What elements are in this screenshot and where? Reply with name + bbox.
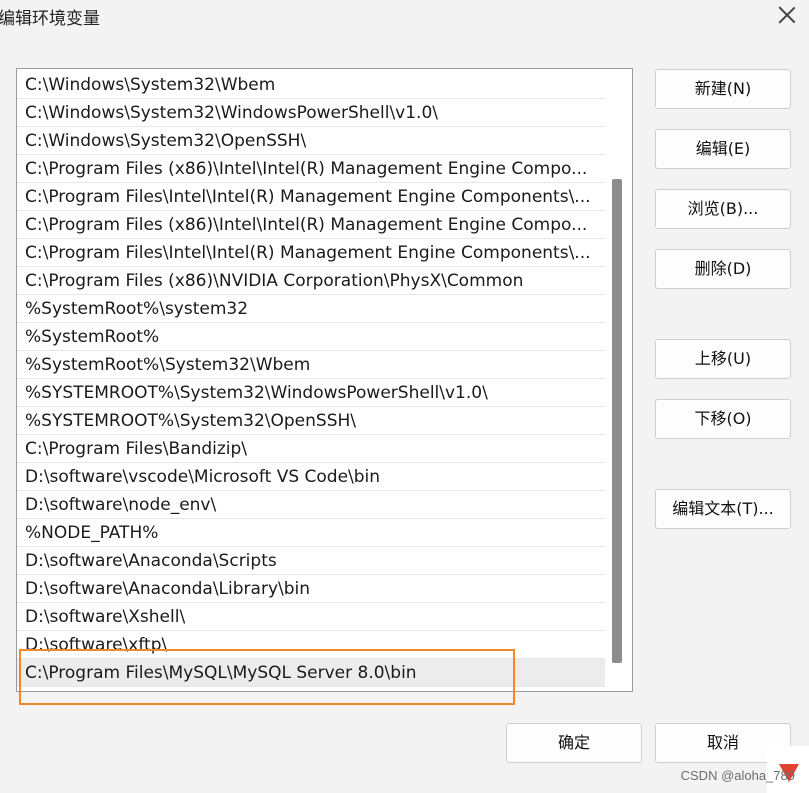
browse-button[interactable]: 浏览(B)...	[655, 189, 791, 229]
list-item[interactable]: C:\Windows\System32\OpenSSH\	[17, 127, 605, 155]
window-title: 编辑环境变量	[0, 9, 100, 29]
move-up-button[interactable]: 上移(U)	[655, 339, 791, 379]
delete-button[interactable]: 删除(D)	[655, 249, 791, 289]
list-item[interactable]: %SYSTEMROOT%\System32\WindowsPowerShell\…	[17, 379, 605, 407]
list-scrollbar[interactable]	[612, 179, 622, 663]
path-list[interactable]: C:\Windows\System32\Wbem C:\Windows\Syst…	[16, 68, 633, 692]
list-item[interactable]: %NODE_PATH%	[17, 519, 605, 547]
edit-button[interactable]: 编辑(E)	[655, 129, 791, 169]
list-item[interactable]: %SystemRoot%\system32	[17, 295, 605, 323]
list-item[interactable]: C:\Program Files\Intel\Intel(R) Manageme…	[17, 183, 605, 211]
watermark: CSDN @aloha_789	[680, 768, 795, 783]
list-item[interactable]: D:\software\xftp\	[17, 631, 605, 659]
list-item[interactable]: D:\software\Xshell\	[17, 603, 605, 631]
list-item-selected[interactable]: C:\Program Files\MySQL\MySQL Server 8.0\…	[17, 659, 605, 687]
list-item[interactable]: C:\Program Files\Intel\Intel(R) Manageme…	[17, 239, 605, 267]
list-item[interactable]: %SYSTEMROOT%\System32\OpenSSH\	[17, 407, 605, 435]
list-item[interactable]: C:\Windows\System32\WindowsPowerShell\v1…	[17, 99, 605, 127]
list-item[interactable]: %SystemRoot%\System32\Wbem	[17, 351, 605, 379]
list-item[interactable]: C:\Windows\System32\Wbem	[17, 71, 605, 99]
new-button[interactable]: 新建(N)	[655, 69, 791, 109]
title-bar: 编辑环境变量	[0, 0, 809, 36]
list-item[interactable]: D:\software\Anaconda\Scripts	[17, 547, 605, 575]
list-item[interactable]: C:\Program Files (x86)\Intel\Intel(R) Ma…	[17, 155, 605, 183]
list-item[interactable]: C:\Program Files (x86)\NVIDIA Corporatio…	[17, 267, 605, 295]
move-down-button[interactable]: 下移(O)	[655, 399, 791, 439]
list-item[interactable]: C:\Program Files (x86)\Intel\Intel(R) Ma…	[17, 211, 605, 239]
list-item[interactable]: D:\software\Anaconda\Library\bin	[17, 575, 605, 603]
ok-button[interactable]: 确定	[506, 723, 642, 763]
list-item[interactable]: D:\software\node_env\	[17, 491, 605, 519]
list-item[interactable]: C:\Program Files\Bandizip\	[17, 435, 605, 463]
list-item[interactable]: D:\software\vscode\Microsoft VS Code\bin	[17, 463, 605, 491]
close-icon[interactable]	[775, 4, 799, 28]
list-item[interactable]: %SystemRoot%	[17, 323, 605, 351]
edit-text-button[interactable]: 编辑文本(T)...	[655, 489, 791, 529]
